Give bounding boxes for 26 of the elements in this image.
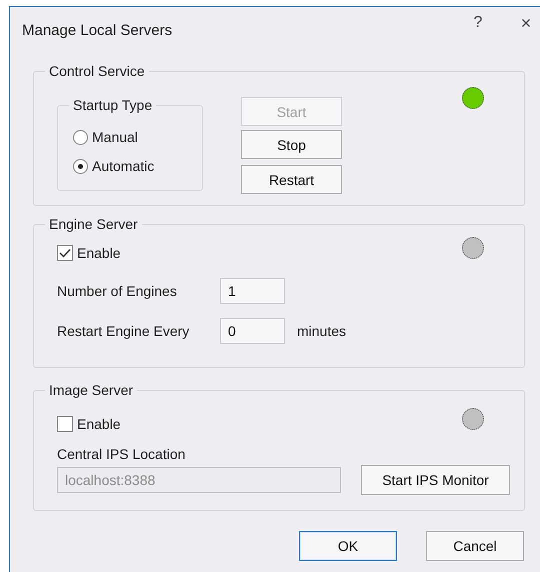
dialog-button[interactable]: OK <box>299 531 397 561</box>
group-title: Control Service <box>45 63 149 79</box>
checkbox-label: Enable <box>77 416 121 432</box>
radio-button[interactable] <box>73 130 88 144</box>
group-title: Image Server <box>45 382 138 398</box>
checkbox-label: Enable <box>77 245 121 261</box>
close-button[interactable]: × <box>514 11 538 35</box>
service-button[interactable]: Restart <box>241 165 342 194</box>
checkbox[interactable] <box>57 416 73 432</box>
text-field[interactable]: 1 <box>220 278 285 304</box>
field-label: Central IPS Location <box>57 446 186 462</box>
checkbox[interactable] <box>57 245 73 261</box>
group-title: Engine Server <box>45 216 142 232</box>
field-label: Restart Engine Every <box>57 323 190 339</box>
start-ips-monitor-button[interactable]: Start IPS Monitor <box>361 465 510 495</box>
dialog-button[interactable]: Cancel <box>426 531 524 561</box>
unit-label: minutes <box>297 323 346 339</box>
help-button[interactable]: ? <box>466 11 490 35</box>
group-title: Startup Type <box>69 97 156 113</box>
field-label: Number of Engines <box>57 283 178 299</box>
radio-label: Manual <box>92 129 138 145</box>
window-title: Manage Local Servers <box>22 22 172 38</box>
service-button[interactable]: Stop <box>241 130 342 159</box>
text-field[interactable]: 0 <box>220 318 285 344</box>
radio-label: Automatic <box>92 158 154 174</box>
radio-button[interactable] <box>73 158 88 174</box>
